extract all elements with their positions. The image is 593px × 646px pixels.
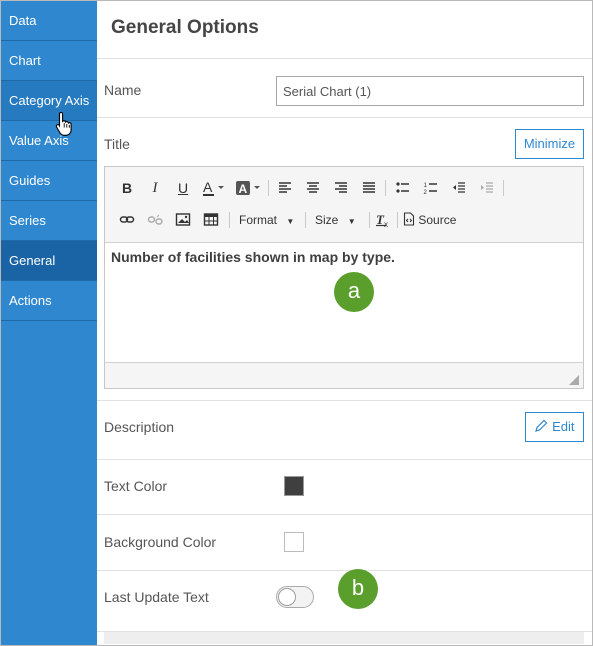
format-dropdown-label: Format — [239, 213, 278, 227]
link-icon[interactable] — [119, 210, 135, 230]
title-label: Title — [104, 136, 130, 152]
divider — [97, 400, 592, 401]
sidebar-item-data[interactable]: Data — [1, 1, 97, 41]
sidebar-item-actions[interactable]: Actions — [1, 281, 97, 321]
minimize-button[interactable]: Minimize — [515, 129, 584, 159]
source-button[interactable]: Source — [403, 210, 465, 230]
edit-description-button[interactable]: Edit — [525, 412, 584, 442]
edit-label: Edit — [552, 419, 575, 434]
title-content: Number of facilities shown in map by typ… — [111, 249, 395, 265]
general-options-panel: General Options Name Title Minimize B I … — [97, 1, 592, 645]
table-icon[interactable] — [203, 210, 219, 230]
sidebar-item-label: Series — [9, 213, 46, 228]
toolbar-separator — [503, 180, 504, 196]
decrease-indent-icon[interactable] — [451, 178, 467, 198]
svg-text:1: 1 — [424, 183, 428, 189]
svg-text:2: 2 — [424, 190, 428, 196]
sidebar: Data Chart Category Axis Value Axis Guid… — [1, 1, 97, 645]
toolbar-separator — [397, 212, 398, 228]
align-left-icon[interactable] — [277, 178, 293, 198]
text-color-swatch[interactable] — [284, 476, 304, 496]
chevron-down-icon: ▼ — [347, 217, 356, 226]
sidebar-item-guides[interactable]: Guides — [1, 161, 97, 201]
last-update-text-label: Last Update Text — [104, 589, 209, 605]
sidebar-item-label: Data — [9, 13, 37, 28]
sidebar-item-label: General — [9, 253, 56, 268]
numbered-list-icon[interactable]: 12 — [423, 178, 439, 198]
text-color-icon[interactable]: A — [201, 178, 227, 198]
toggle-knob — [278, 588, 296, 606]
sidebar-item-label: Actions — [9, 293, 52, 308]
underline-icon[interactable]: U — [175, 178, 191, 198]
last-update-text-toggle[interactable] — [276, 586, 314, 608]
divider — [97, 459, 592, 460]
toolbar-separator — [229, 212, 230, 228]
increase-indent-icon — [479, 178, 495, 198]
remove-format-icon[interactable]: Tx — [375, 210, 391, 230]
background-color-icon[interactable]: A — [235, 178, 263, 198]
italic-icon[interactable]: I — [147, 178, 163, 198]
background-color-swatch[interactable] — [284, 532, 304, 552]
sidebar-item-series[interactable]: Series — [1, 201, 97, 241]
align-center-icon[interactable] — [305, 178, 321, 198]
sidebar-item-label: Category Axis — [9, 93, 90, 108]
svg-text:A: A — [203, 179, 213, 195]
size-dropdown[interactable]: Size ▼ — [315, 210, 365, 230]
editor-toolbar-row-2: Format ▼ Size ▼ Tx Source — [105, 204, 583, 236]
image-icon[interactable] — [175, 210, 191, 230]
background-color-label: Background Color — [104, 534, 217, 550]
bulleted-list-icon[interactable] — [395, 178, 411, 198]
svg-text:x: x — [384, 220, 388, 229]
toolbar-separator — [385, 180, 386, 196]
divider — [97, 570, 592, 571]
resize-grip-icon[interactable] — [569, 375, 579, 385]
toolbar-separator — [369, 212, 370, 228]
divider — [97, 58, 592, 59]
text-color-label: Text Color — [104, 478, 168, 494]
sidebar-item-label: Chart — [9, 53, 41, 68]
footer-band — [104, 632, 584, 644]
divider — [97, 117, 592, 118]
svg-text:A: A — [239, 182, 248, 196]
callout-a: a — [334, 272, 374, 312]
pencil-icon — [535, 419, 548, 432]
description-label: Description — [104, 419, 175, 435]
name-input[interactable] — [276, 76, 584, 106]
align-right-icon[interactable] — [333, 178, 349, 198]
source-label: Source — [418, 213, 457, 227]
align-justify-icon[interactable] — [361, 178, 377, 198]
bold-icon[interactable]: B — [119, 178, 135, 198]
sidebar-item-value-axis[interactable]: Value Axis — [1, 121, 97, 161]
divider — [97, 514, 592, 515]
sidebar-item-general[interactable]: General — [1, 241, 97, 281]
sidebar-item-label: Value Axis — [9, 133, 69, 148]
callout-b: b — [338, 569, 378, 609]
name-label: Name — [104, 82, 142, 98]
unlink-icon — [147, 210, 163, 230]
editor-toolbar-row-1: B I U A A 1 2 — [105, 172, 583, 204]
sidebar-item-label: Guides — [9, 173, 51, 188]
sidebar-item-chart[interactable]: Chart — [1, 41, 97, 81]
page-title: General Options — [111, 17, 259, 38]
source-icon — [403, 212, 415, 226]
sidebar-item-category-axis[interactable]: Category Axis — [1, 81, 97, 121]
chevron-down-icon: ▼ — [286, 217, 295, 226]
format-dropdown[interactable]: Format ▼ — [239, 210, 299, 230]
size-dropdown-label: Size — [315, 213, 339, 227]
toolbar-separator — [305, 212, 306, 228]
toolbar-separator — [268, 180, 269, 196]
